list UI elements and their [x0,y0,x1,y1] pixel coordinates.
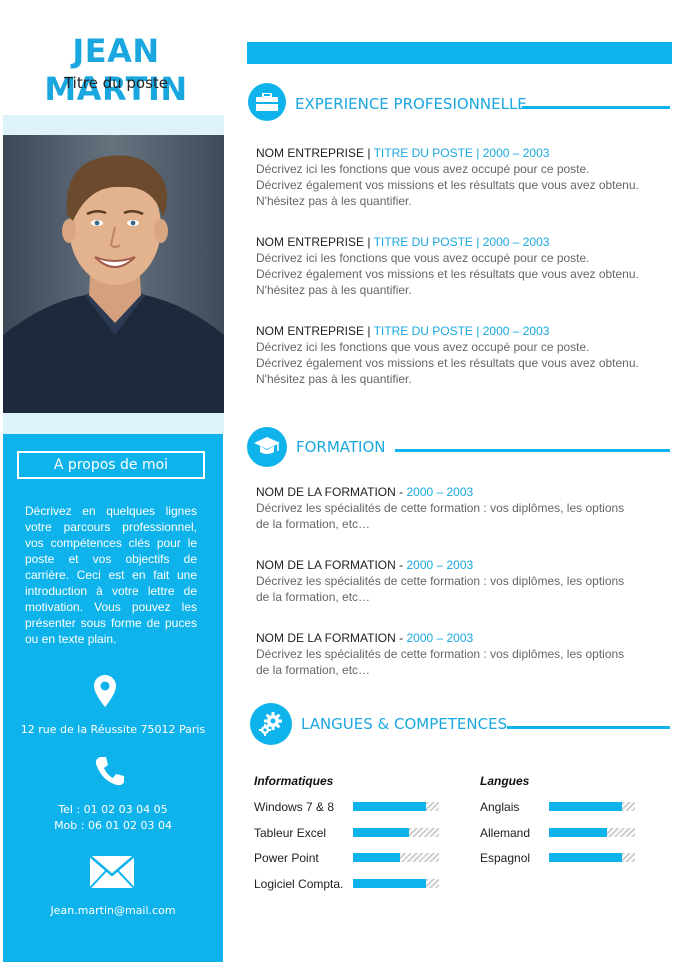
formation-entry: NOM DE LA FORMATION - 2000 – 2003 Décriv… [256,630,666,678]
gears-icon [250,703,292,745]
position: TITRE DU POSTE | 2000 – 2003 [373,235,550,249]
profile-photo [3,135,224,413]
separator: | [364,146,374,160]
description: Décrivez ici les fonctions que vous avez… [256,251,590,265]
skill-label: Windows 7 & 8 [254,800,335,814]
graduation-cap-icon [247,427,287,467]
skill-bar [353,802,439,811]
language-bar [549,853,635,862]
description: de la formation, etc… [256,663,371,677]
experience-title: EXPERIENCE PROFESIONNELLE [295,95,527,113]
company-name: NOM ENTREPRISE [256,324,365,338]
phone-tel: Tel : 01 02 03 04 05 [58,803,168,816]
skill-bar-fill [353,853,401,862]
formation-years: 2000 – 2003 [406,558,474,572]
description: Décrivez également vos missions et les r… [256,267,639,281]
company-name: NOM ENTREPRISE [256,235,365,249]
description: Décrivez les spécialités de cette format… [256,574,625,588]
description: de la formation, etc… [256,590,371,604]
about-text: Décrivez en quelques lignes votre parcou… [25,504,197,646]
separator: - [395,485,407,499]
skill-bar [353,853,439,862]
separator: - [395,631,407,645]
skill-label: Tableur Excel [254,826,327,840]
language-label: Anglais [480,800,520,814]
description: Décrivez les spécialités de cette format… [256,501,625,515]
separator: | [364,235,374,249]
separator: | [364,324,374,338]
email: Jean.martin@mail.com [50,904,176,917]
formation-name: NOM DE LA FORMATION [256,485,396,499]
description: N'hésitez pas à les quantifier. [256,194,412,208]
description: N'hésitez pas à les quantifier. [256,372,412,386]
skill-label: Logiciel Compta. [254,877,344,891]
formation-name: NOM DE LA FORMATION [256,558,396,572]
skills-divider [507,726,670,729]
description: N'hésitez pas à les quantifier. [256,283,412,297]
experience-entry: NOM ENTREPRISE | TITRE DU POSTE | 2000 –… [256,145,666,209]
skill-bar-fill [353,802,427,811]
skill-bar-fill [353,879,427,888]
experience-divider [522,106,670,109]
language-label: Allemand [480,826,531,840]
separator: - [395,558,407,572]
langues-heading: Langues [480,774,530,788]
description: de la formation, etc… [256,517,371,531]
formation-entry: NOM DE LA FORMATION - 2000 – 2003 Décriv… [256,484,666,532]
skill-bar [353,828,439,837]
envelope-icon [89,855,135,894]
language-bar-fill [549,853,623,862]
description: Décrivez ici les fonctions que vous avez… [256,340,590,354]
experience-entry: NOM ENTREPRISE | TITRE DU POSTE | 2000 –… [256,323,666,387]
skill-label: Power Point [254,851,319,865]
job-title: Titre du poste [63,74,168,92]
description: Décrivez ici les fonctions que vous avez… [256,162,590,176]
formation-title: FORMATION [296,438,386,456]
language-label: Espagnol [480,851,531,865]
phone-icon [94,755,126,792]
candidate-name: JEAN MARTIN [44,32,188,108]
address: 12 rue de la Réussite 75012 Paris [20,723,206,736]
position: TITRE DU POSTE | 2000 – 2003 [373,324,550,338]
formation-name: NOM DE LA FORMATION [256,631,396,645]
language-bar-fill [549,828,608,837]
formation-years: 2000 – 2003 [406,485,474,499]
briefcase-icon [248,83,286,121]
formation-entry: NOM DE LA FORMATION - 2000 – 2003 Décriv… [256,557,666,605]
description: Décrivez également vos missions et les r… [256,356,639,370]
description: Décrivez également vos missions et les r… [256,178,639,192]
skill-bar-fill [353,828,409,837]
informatique-heading: Informatiques [254,774,334,788]
phone-mob: Mob : 06 01 02 03 04 [54,819,172,832]
language-bar-fill [549,802,623,811]
map-pin-icon [94,675,116,712]
description: Décrivez les spécialités de cette format… [256,647,625,661]
formation-years: 2000 – 2003 [406,631,474,645]
experience-entry: NOM ENTREPRISE | TITRE DU POSTE | 2000 –… [256,234,666,298]
skills-title: LANGUES & COMPETENCES [301,715,508,733]
company-name: NOM ENTREPRISE [256,146,365,160]
about-title: A propos de moi [17,451,205,479]
position: TITRE DU POSTE | 2000 – 2003 [373,146,550,160]
skill-bar [353,879,439,888]
header-accent-bar [247,42,672,64]
formation-divider [395,449,670,452]
language-bar [549,828,635,837]
language-bar [549,802,635,811]
